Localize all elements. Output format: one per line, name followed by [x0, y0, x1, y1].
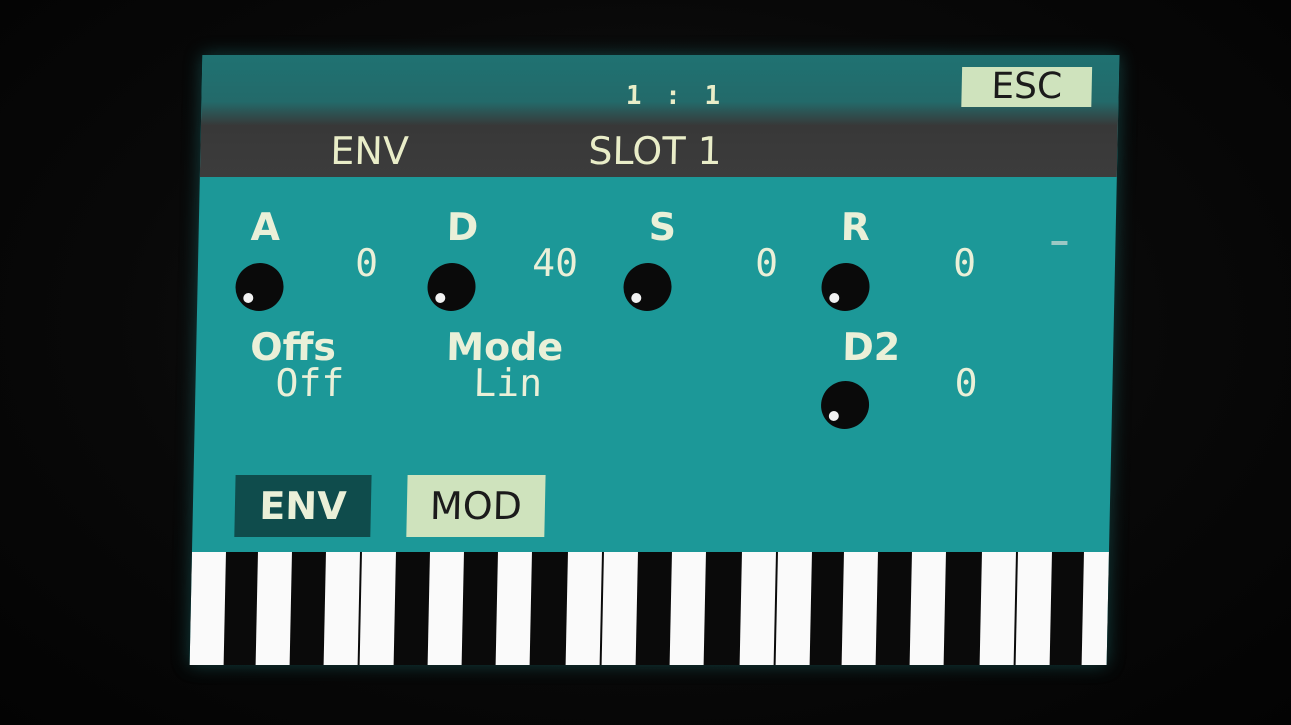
sustain-knob-icon[interactable] [623, 263, 673, 311]
scroll-indicator [1051, 241, 1068, 245]
piano-key[interactable] [427, 552, 464, 665]
lcd-screen: 1 : 1 ESC ENV SLOT 1 A 0 D 40 S 0 R 0 Of… [189, 55, 1120, 665]
piano-key[interactable] [495, 552, 532, 665]
offset-value[interactable]: Off [275, 361, 366, 405]
tab-env[interactable]: ENV [234, 475, 372, 537]
piano-key[interactable] [909, 552, 946, 665]
decay2-label: D2 [841, 325, 901, 369]
knob-indicator [828, 411, 839, 421]
piano-key[interactable] [359, 552, 396, 665]
piano-key[interactable] [739, 552, 776, 665]
release-label: R [840, 205, 871, 249]
decay-value: 40 [531, 241, 579, 285]
release-value: 0 [952, 241, 977, 285]
piano-key[interactable] [1015, 552, 1052, 665]
page-title: ENV [329, 129, 410, 173]
piano-key[interactable] [565, 552, 602, 665]
tab-mod[interactable]: MOD [406, 475, 546, 537]
piano-key[interactable] [775, 552, 812, 665]
piano-key[interactable] [841, 552, 878, 665]
knob-indicator [243, 293, 254, 303]
slot-title: SLOT 1 [587, 129, 723, 173]
piano-key[interactable] [979, 552, 1016, 665]
piano-key[interactable] [1081, 552, 1109, 665]
piano-key[interactable] [189, 552, 226, 665]
piano-keyboard [189, 552, 1109, 665]
piano-key[interactable] [323, 552, 360, 665]
header-bar: 1 : 1 ESC ENV SLOT 1 [199, 55, 1120, 177]
attack-value: 0 [354, 241, 379, 285]
knob-indicator [435, 293, 446, 303]
decay-knob-icon[interactable] [427, 263, 477, 311]
piano-key[interactable] [601, 552, 638, 665]
sustain-value: 0 [754, 241, 779, 285]
esc-button[interactable]: ESC [961, 66, 1093, 107]
decay2-knob-icon[interactable] [820, 381, 870, 429]
release-knob-icon[interactable] [821, 263, 871, 311]
decay2-value: 0 [954, 361, 978, 405]
knob-indicator [829, 293, 840, 303]
piano-key[interactable] [669, 552, 706, 665]
knob-indicator [631, 293, 642, 303]
mode-value[interactable]: Lin [473, 361, 564, 405]
decay-label: D [446, 205, 479, 249]
sustain-label: S [648, 205, 677, 249]
attack-knob-icon[interactable] [235, 263, 285, 311]
attack-label: A [250, 205, 281, 249]
piano-key[interactable] [255, 552, 292, 665]
